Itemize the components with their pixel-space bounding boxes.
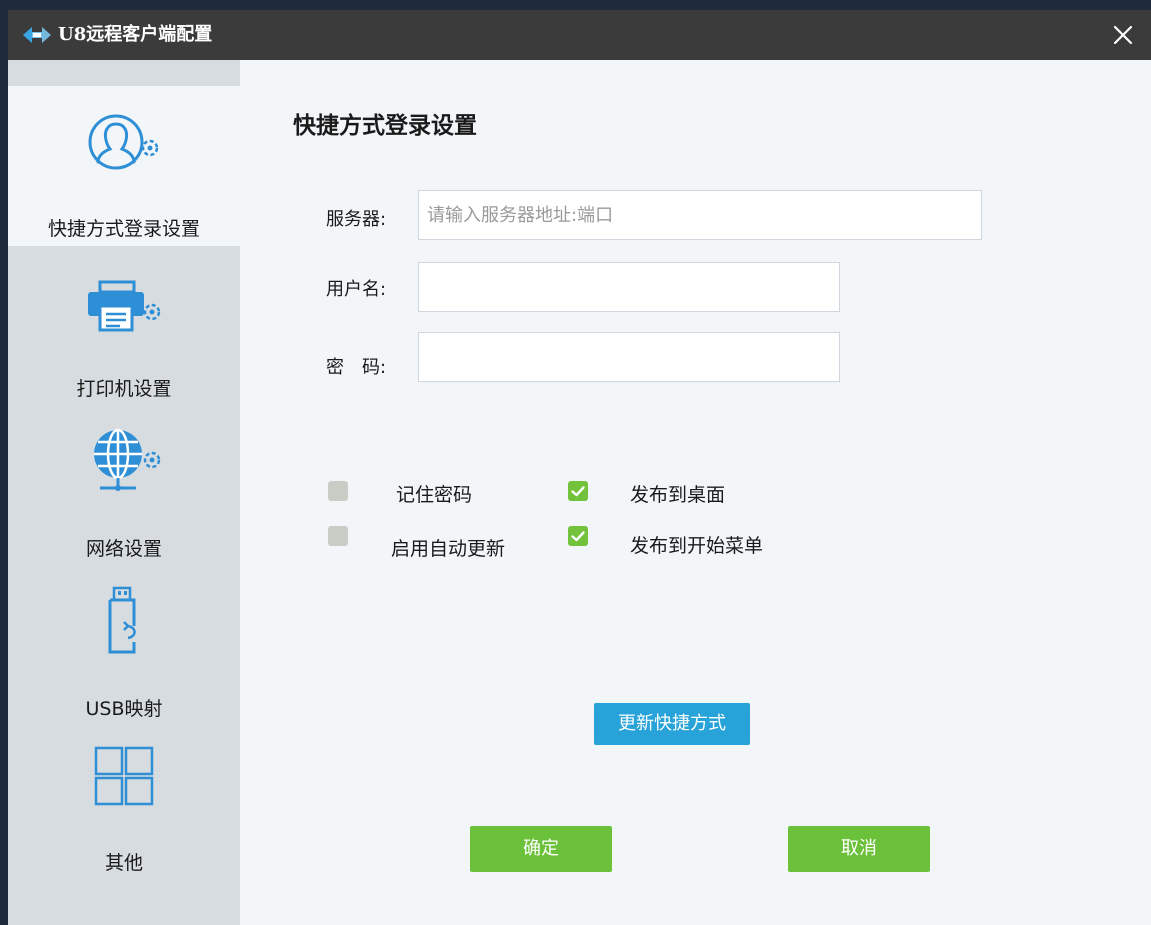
usb-icon — [108, 586, 136, 654]
username-input[interactable] — [418, 262, 840, 312]
publish-desktop-checkbox[interactable] — [568, 481, 588, 501]
user-gear-icon — [88, 114, 159, 170]
sidebar-item-label: 其他 — [104, 852, 143, 874]
sidebar-item-label: 打印机设置 — [76, 378, 172, 400]
publish-start-menu-label: 发布到开始菜单 — [630, 535, 764, 557]
close-button[interactable] — [1095, 10, 1151, 60]
auto-update-label: 启用自动更新 — [391, 538, 506, 560]
window-title: U8远程客户端配置 — [58, 24, 213, 45]
publish-start-menu-checkbox[interactable] — [568, 526, 588, 546]
config-window: U8远程客户端配置 快捷方式登录设置 打印机设置 网络设置 USB映射 其他 快… — [8, 10, 1151, 925]
sidebar-item-label: 网络设置 — [85, 538, 162, 560]
printer-gear-icon — [88, 280, 161, 332]
globe-gear-icon — [94, 428, 161, 491]
sidebar-item-label: USB映射 — [85, 698, 163, 720]
update-shortcut-button[interactable]: 更新快捷方式 — [594, 703, 750, 745]
sidebar-item-shortcut-login[interactable]: 快捷方式登录设置 — [8, 86, 240, 246]
check-icon — [571, 486, 585, 497]
grid-icon — [94, 746, 154, 806]
sidebar-item-usb[interactable]: USB映射 — [8, 566, 240, 726]
password-label: 密 码: — [326, 357, 387, 378]
auto-update-checkbox[interactable] — [328, 526, 348, 546]
close-icon — [1113, 25, 1133, 45]
ok-button[interactable]: 确定 — [470, 826, 612, 872]
check-icon — [571, 531, 585, 542]
sidebar-item-label: 快捷方式登录设置 — [47, 218, 200, 240]
server-label: 服务器: — [326, 209, 387, 230]
sidebar-item-printer[interactable]: 打印机设置 — [8, 246, 240, 406]
remember-password-label: 记住密码 — [396, 484, 473, 506]
title-bar[interactable]: U8远程客户端配置 — [8, 10, 1151, 60]
sidebar-top-strip — [8, 60, 240, 86]
sidebar: 快捷方式登录设置 打印机设置 网络设置 USB映射 其他 — [8, 60, 240, 925]
app-logo-icon — [23, 27, 51, 43]
publish-desktop-label: 发布到桌面 — [630, 484, 726, 506]
remember-password-checkbox[interactable] — [328, 481, 348, 501]
sidebar-item-other[interactable]: 其他 — [8, 726, 240, 886]
username-label: 用户名: — [326, 279, 387, 300]
password-input[interactable] — [418, 332, 840, 382]
panel-title: 快捷方式登录设置 — [293, 113, 477, 139]
cancel-button[interactable]: 取消 — [788, 826, 930, 872]
server-input[interactable] — [418, 190, 982, 240]
sidebar-item-network[interactable]: 网络设置 — [8, 406, 240, 566]
